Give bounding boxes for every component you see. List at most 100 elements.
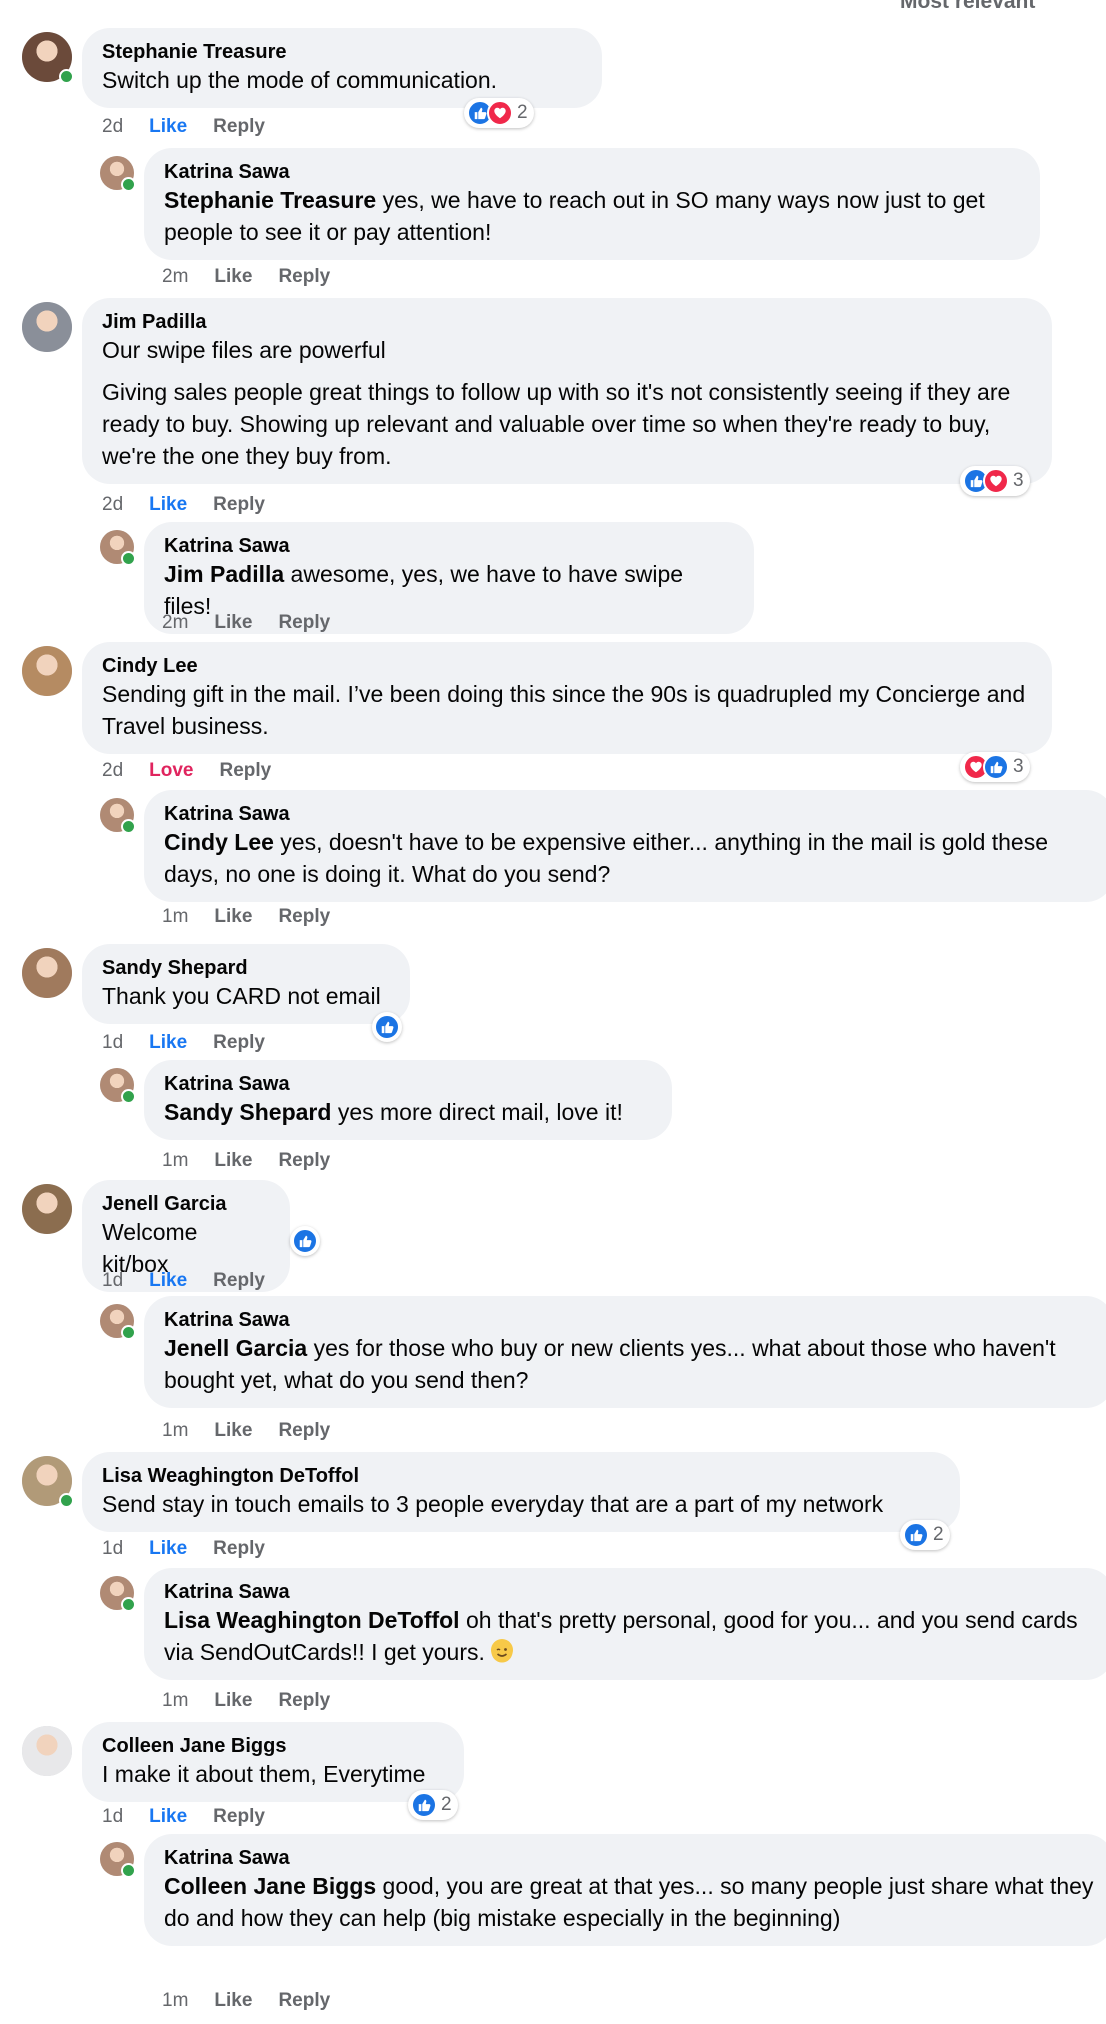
reaction-summary[interactable]: 2 — [464, 98, 534, 128]
timestamp[interactable]: 2m — [162, 266, 188, 287]
replier-name[interactable]: Katrina Sawa — [164, 1308, 1094, 1332]
like-reaction-icon — [292, 1228, 318, 1254]
commenter-name[interactable]: Jenell Garcia — [102, 1192, 270, 1216]
reaction-summary[interactable]: 3 — [960, 752, 1030, 782]
online-status-indicator — [121, 1325, 136, 1340]
reply-button[interactable]: Reply — [213, 1806, 265, 1827]
reaction-count: 2 — [933, 1524, 944, 1545]
mention-link[interactable]: Stephanie Treasure — [164, 187, 376, 213]
timestamp[interactable]: 2d — [102, 760, 123, 781]
comment-bubble: Cindy Lee Sending gift in the mail. I’ve … — [82, 642, 1052, 754]
mention-link[interactable]: Cindy Lee — [164, 829, 274, 855]
timestamp[interactable]: 1d — [102, 1806, 123, 1827]
like-button[interactable]: Love — [149, 760, 193, 781]
reaction-summary[interactable] — [372, 1012, 402, 1042]
mention-link[interactable]: Colleen Jane Biggs — [164, 1873, 376, 1899]
timestamp[interactable]: 2d — [102, 494, 123, 515]
commenter-avatar[interactable] — [22, 1184, 72, 1234]
like-button[interactable]: Like — [214, 1420, 252, 1441]
timestamp[interactable]: 1m — [162, 1690, 188, 1711]
replier-avatar[interactable] — [100, 156, 136, 192]
replier-avatar[interactable] — [100, 798, 136, 834]
mention-link[interactable]: Jenell Garcia — [164, 1335, 307, 1361]
commenter-name[interactable]: Stephanie Treasure — [102, 40, 582, 64]
like-button[interactable]: Like — [214, 266, 252, 287]
reaction-summary[interactable]: 2 — [408, 1790, 458, 1820]
timestamp[interactable]: 1m — [162, 1150, 188, 1171]
reply-button[interactable]: Reply — [278, 1420, 330, 1441]
like-button[interactable]: Like — [149, 116, 187, 137]
replier-name[interactable]: Katrina Sawa — [164, 1846, 1094, 1870]
reply-bubble: Katrina Sawa Stephanie Treasure yes, we h… — [144, 148, 1040, 260]
commenter-avatar[interactable] — [22, 302, 72, 352]
like-button[interactable]: Like — [214, 1990, 252, 2011]
timestamp[interactable]: 1m — [162, 906, 188, 927]
like-button[interactable]: Like — [149, 494, 187, 515]
replier-avatar[interactable] — [100, 1842, 136, 1878]
timestamp[interactable]: 1m — [162, 1420, 188, 1441]
commenter-avatar[interactable] — [22, 1726, 72, 1776]
mention-link[interactable]: Sandy Shepard — [164, 1099, 331, 1125]
comment-feed: Most relevant Stephanie Treasure Switch u… — [0, 0, 1106, 2024]
reply-button[interactable]: Reply — [213, 116, 265, 137]
reply-button[interactable]: Reply — [278, 906, 330, 927]
reaction-summary[interactable]: 3 — [960, 466, 1030, 496]
reply-button[interactable]: Reply — [278, 612, 330, 633]
commenter-name[interactable]: Lisa Weaghington DeToffol — [102, 1464, 940, 1488]
reply-button[interactable]: Reply — [278, 1150, 330, 1171]
replier-name[interactable]: Katrina Sawa — [164, 1580, 1094, 1604]
like-button[interactable]: Like — [149, 1806, 187, 1827]
mention-link[interactable]: Lisa Weaghington DeToffol — [164, 1607, 460, 1633]
reply-button[interactable]: Reply — [278, 266, 330, 287]
commenter-name[interactable]: Sandy Shepard — [102, 956, 390, 980]
like-button[interactable]: Like — [214, 906, 252, 927]
mention-link[interactable]: Jim Padilla — [164, 561, 284, 587]
reply-button[interactable]: Reply — [213, 1032, 265, 1053]
commenter-name[interactable]: Jim Padilla — [102, 310, 1032, 334]
replier-avatar[interactable] — [100, 530, 136, 566]
like-button[interactable]: Like — [214, 612, 252, 633]
like-button[interactable]: Like — [149, 1538, 187, 1559]
like-button[interactable]: Like — [149, 1270, 187, 1291]
reply-button[interactable]: Reply — [220, 760, 272, 781]
reply-button[interactable]: Reply — [278, 1690, 330, 1711]
replier-avatar[interactable] — [100, 1576, 136, 1612]
timestamp[interactable]: 1d — [102, 1270, 123, 1291]
commenter-avatar[interactable] — [22, 948, 72, 998]
like-button[interactable]: Like — [214, 1690, 252, 1711]
commenter-avatar[interactable] — [22, 1456, 74, 1508]
reply-text: Stephanie Treasure yes, we have to reach… — [164, 184, 1020, 248]
timestamp[interactable]: 1d — [102, 1538, 123, 1559]
commenter-avatar[interactable] — [22, 32, 74, 84]
online-status-indicator — [59, 1493, 74, 1508]
reply-button[interactable]: Reply — [278, 1990, 330, 2011]
replier-name[interactable]: Katrina Sawa — [164, 534, 734, 558]
reaction-summary[interactable]: 2 — [900, 1520, 950, 1550]
reply-bubble: Katrina Sawa Sandy Shepard yes more direc… — [144, 1060, 672, 1140]
replier-avatar[interactable] — [100, 1304, 136, 1340]
replier-name[interactable]: Katrina Sawa — [164, 802, 1094, 826]
comment-actions: 1m Like Reply — [162, 1420, 356, 1442]
timestamp[interactable]: 2d — [102, 116, 123, 137]
reply-button[interactable]: Reply — [213, 494, 265, 515]
reply-text: Jenell Garcia yes for those who buy or n… — [164, 1332, 1094, 1396]
comment-actions: 1m Like Reply — [162, 1690, 356, 1712]
timestamp[interactable]: 1d — [102, 1032, 123, 1053]
timestamp[interactable]: 1m — [162, 1990, 188, 2011]
sort-dropdown[interactable]: Most relevant — [900, 0, 1035, 14]
reply-bubble: Katrina Sawa Colleen Jane Biggs good, you… — [144, 1834, 1106, 1946]
reply-text: Cindy Lee yes, doesn't have to be expens… — [164, 826, 1094, 890]
timestamp[interactable]: 2m — [162, 612, 188, 633]
commenter-name[interactable]: Cindy Lee — [102, 654, 1032, 678]
like-button[interactable]: Like — [149, 1032, 187, 1053]
reply-button[interactable]: Reply — [213, 1270, 265, 1291]
replier-name[interactable]: Katrina Sawa — [164, 1072, 652, 1096]
reply-text: Sandy Shepard yes more direct mail, love… — [164, 1096, 652, 1128]
like-button[interactable]: Like — [214, 1150, 252, 1171]
commenter-avatar[interactable] — [22, 646, 72, 696]
replier-avatar[interactable] — [100, 1068, 136, 1104]
reaction-summary[interactable] — [290, 1226, 320, 1256]
replier-name[interactable]: Katrina Sawa — [164, 160, 1020, 184]
reply-button[interactable]: Reply — [213, 1538, 265, 1559]
commenter-name[interactable]: Colleen Jane Biggs — [102, 1734, 444, 1758]
